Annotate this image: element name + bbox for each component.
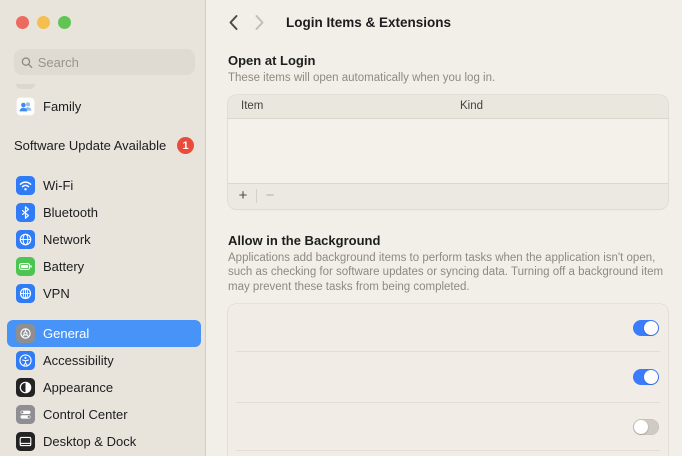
toggle-knob	[644, 370, 658, 384]
chevron-left-icon	[229, 14, 237, 30]
remove-item-button[interactable]: −	[259, 186, 281, 206]
globe-icon	[16, 230, 35, 249]
sidebar-item-wifi[interactable]: Wi-Fi	[7, 172, 201, 199]
sidebar-item-label: Family	[43, 99, 82, 114]
row-separator	[236, 450, 660, 451]
chevron-right-icon	[255, 14, 263, 30]
toggle-knob	[644, 320, 658, 335]
close-window-button[interactable]	[16, 16, 29, 29]
sidebar-list: Family Software Update Available 1 Wi-Fi	[0, 84, 205, 455]
column-header-kind: Kind	[460, 100, 484, 112]
page-title: Login Items & Extensions	[286, 14, 452, 30]
background-item-row	[228, 304, 668, 351]
sidebar-item-battery[interactable]: Battery	[7, 253, 201, 280]
sidebar-item-label: Control Center	[43, 407, 128, 422]
sidebar-item-software-update[interactable]: Software Update Available 1	[7, 132, 201, 159]
open-at-login-section: Open at Login These items will open auto…	[228, 53, 668, 456]
sidebar-item-appearance[interactable]: Appearance	[7, 374, 201, 401]
back-button[interactable]	[220, 9, 246, 35]
control-center-icon	[16, 405, 35, 424]
open-at-login-subtitle: These items will open automatically when…	[228, 72, 496, 84]
open-at-login-heading: Open at Login	[228, 53, 316, 68]
button-divider	[256, 189, 257, 203]
window-controls	[16, 16, 71, 29]
toggle-knob	[634, 419, 648, 434]
forward-button[interactable]	[246, 9, 272, 35]
table-footer: + −	[228, 182, 668, 209]
sidebar-item-general[interactable]: General	[7, 320, 201, 347]
wifi-icon	[16, 176, 35, 195]
minimize-window-button[interactable]	[37, 16, 50, 29]
sidebar-item-label: General	[43, 326, 90, 341]
sidebar-item-label: Appearance	[43, 380, 114, 395]
search-field[interactable]	[14, 49, 195, 75]
sidebar-item-network[interactable]: Network	[7, 226, 201, 253]
content-pane: Login Items & Extensions Open at Login T…	[206, 0, 682, 456]
background-item-row	[228, 403, 668, 450]
background-item-toggle[interactable]	[633, 319, 659, 336]
gear-icon	[16, 324, 35, 343]
content-header: Login Items & Extensions	[206, 0, 682, 44]
background-item-toggle[interactable]	[633, 418, 659, 435]
table-body-empty	[228, 119, 668, 183]
zoom-window-button[interactable]	[58, 16, 71, 29]
update-count-badge: 1	[177, 137, 194, 154]
allow-background-heading: Allow in the Background	[228, 232, 381, 248]
sidebar-item-family[interactable]: Family	[7, 93, 201, 120]
desktop-dock-icon	[16, 432, 35, 451]
sidebar-item-accessibility[interactable]: Accessibility	[7, 347, 201, 374]
sidebar-item-vpn[interactable]: VPN	[7, 280, 201, 307]
column-header-item: Item	[241, 100, 264, 112]
sidebar-item-label: Desktop & Dock	[43, 434, 137, 449]
sidebar-item-label: Accessibility	[43, 353, 114, 368]
background-items-list	[228, 304, 668, 456]
sidebar-item-control-center[interactable]: Control Center	[7, 401, 201, 428]
background-item-toggle[interactable]	[633, 369, 659, 385]
sidebar-item-label: Bluetooth	[43, 205, 98, 220]
battery-icon	[16, 257, 35, 276]
bluetooth-icon	[16, 203, 35, 222]
family-icon	[16, 97, 35, 116]
add-item-button[interactable]: +	[232, 186, 254, 206]
software-update-label: Software Update Available	[14, 138, 167, 153]
search-icon	[21, 56, 33, 68]
partial-list-item	[16, 84, 35, 89]
background-item-row	[228, 352, 668, 402]
sidebar-item-label: Battery	[43, 259, 85, 274]
search-input[interactable]	[37, 54, 188, 70]
sidebar-item-desktop-dock[interactable]: Desktop & Dock	[7, 428, 201, 455]
sidebar: Family Software Update Available 1 Wi-Fi	[0, 0, 206, 456]
accessibility-icon	[16, 351, 35, 370]
sidebar-item-label: Wi-Fi	[43, 178, 74, 193]
table-header: Item Kind	[228, 94, 668, 119]
sidebar-item-label: VPN	[43, 286, 70, 301]
login-items-table: Item Kind + −	[228, 94, 668, 209]
allow-background-description: Applications add background items to per…	[228, 251, 664, 293]
appearance-icon	[16, 378, 35, 397]
sidebar-item-bluetooth[interactable]: Bluetooth	[7, 199, 201, 226]
vpn-globe-icon	[16, 284, 35, 303]
sidebar-item-label: Network	[43, 232, 91, 247]
